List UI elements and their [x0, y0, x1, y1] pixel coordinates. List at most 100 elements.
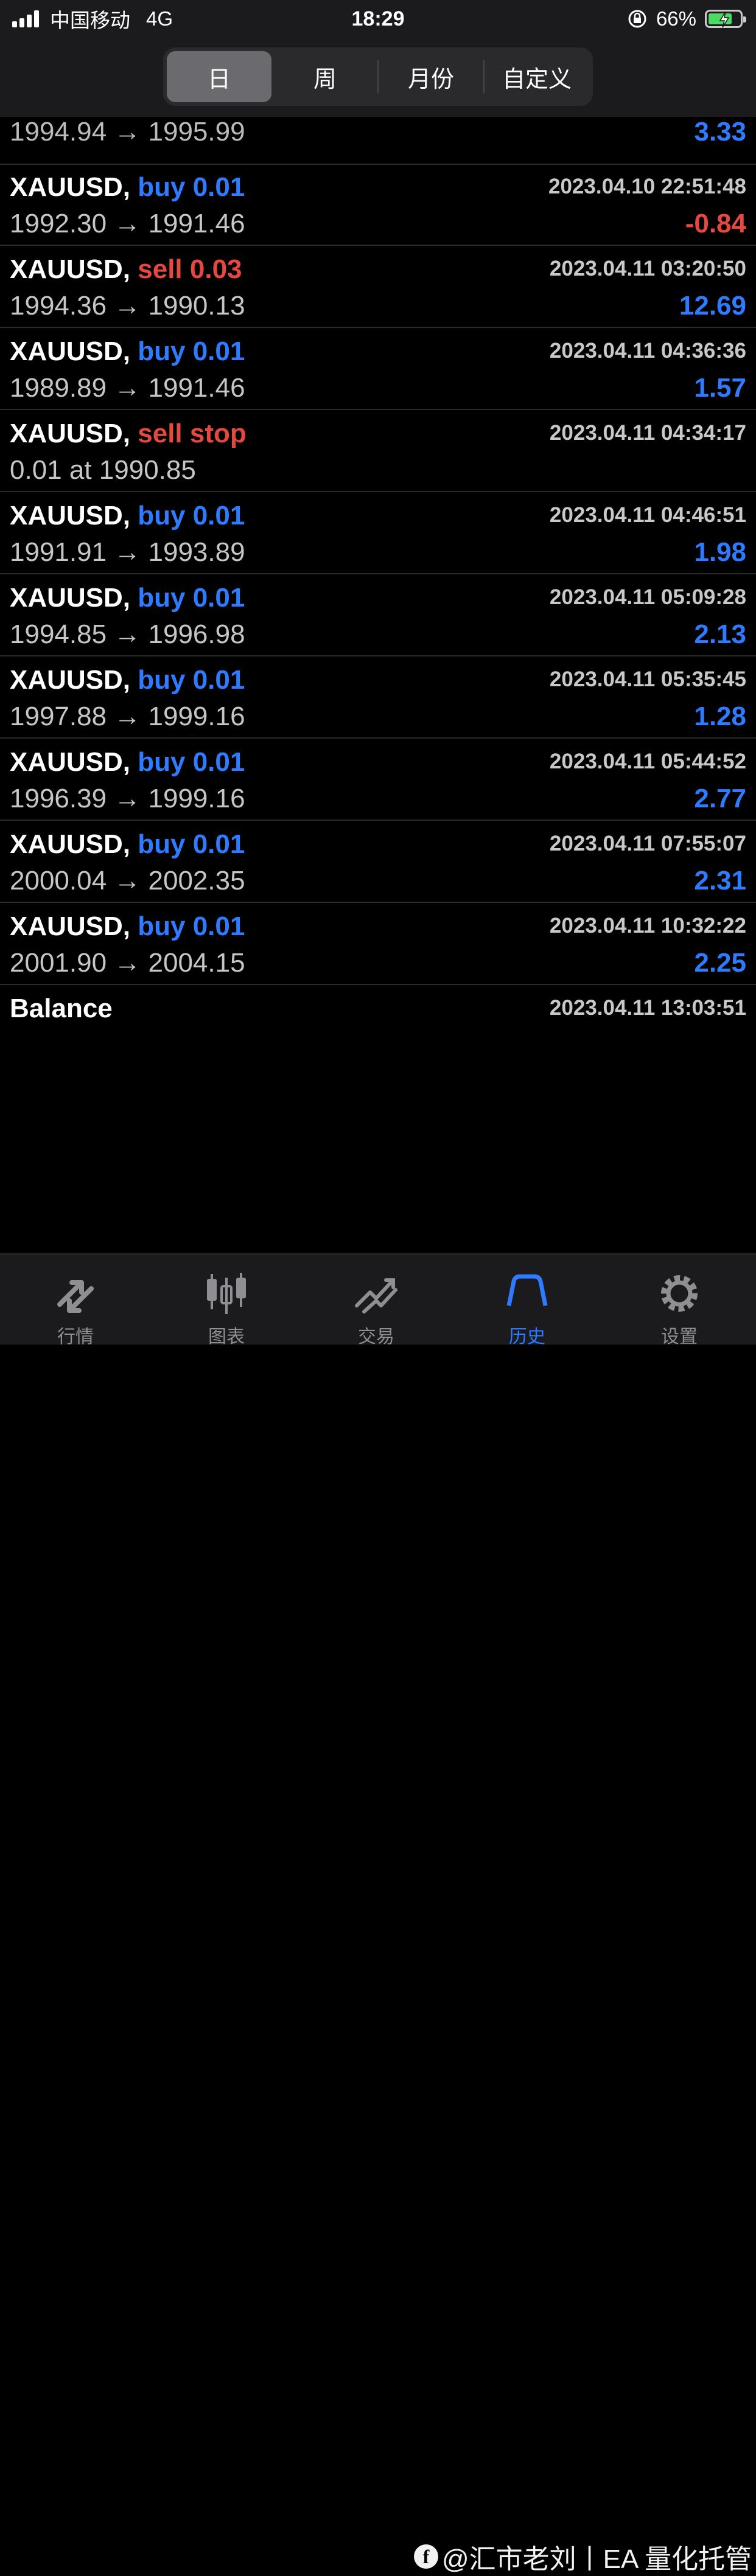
- trade-profit: 1.98: [694, 537, 746, 567]
- trade-datetime: 2023.04.11 05:35:45: [549, 667, 746, 691]
- list-item[interactable]: XAUUSD, sell stop 2023.04.11 04:34:17 0.01…: [0, 410, 756, 492]
- symbol-text: XAUUSD,: [10, 419, 131, 448]
- list-item[interactable]: Balance 2023.04.11 13:03:51 MISC Compensa…: [0, 985, 756, 1033]
- trade-prices: 1997.88 → 1999.16: [10, 701, 245, 731]
- quotes-arrows-icon: [57, 1280, 94, 1313]
- trade-symbol: XAUUSD, buy 0.01: [10, 583, 245, 613]
- symbol-text: XAUUSD,: [10, 501, 131, 531]
- period-header: 日 周 月份 自定义: [0, 38, 756, 117]
- watermark: f @汇市老刘丨EA 量化托管: [414, 2537, 752, 2576]
- trade-profit: -0.84: [685, 209, 746, 238]
- trade-profit: 2.25: [694, 948, 746, 978]
- trade-profit: 2.77: [694, 784, 746, 813]
- list-item[interactable]: XAUUSD, buy 0.01 2023.04.11 05:44:52 1996.…: [0, 739, 756, 821]
- trade-prices: 2000.04 → 2002.35: [10, 866, 245, 896]
- tab-settings[interactable]: 设置: [625, 1255, 734, 1347]
- list-item[interactable]: XAUUSD, buy 0.01 2023.04.11 04:46:51 1991.…: [0, 492, 756, 574]
- list-item[interactable]: XAUUSD, sell 0.03 2023.04.11 03:20:50 1994…: [0, 246, 756, 328]
- trade-type: buy 0.01: [138, 829, 245, 859]
- trade-symbol: XAUUSD, buy 0.01: [10, 911, 245, 942]
- trade-datetime: 2023.04.11 03:20:50: [549, 257, 746, 280]
- trade-profit: 2.13: [694, 619, 746, 649]
- trade-type: sell 0.03: [138, 254, 242, 284]
- trade-prices: MISC Compensation: [10, 1030, 257, 1033]
- trade-type: buy 0.01: [138, 336, 245, 366]
- trade-type: buy 0.01: [138, 583, 245, 613]
- tab-history[interactable]: 历史: [472, 1255, 582, 1347]
- watermark-text: @汇市老刘丨EA 量化托管: [442, 2544, 752, 2574]
- trade-datetime: 2023.04.11 07:55:07: [549, 832, 746, 855]
- trade-datetime: 2023.04.11 10:32:22: [549, 914, 746, 938]
- trade-type: buy 0.01: [138, 911, 245, 941]
- period-segmented-control: 日 周 月份 自定义: [163, 47, 593, 106]
- tab-label: 行情: [57, 1327, 94, 1347]
- list-item[interactable]: XAUUSD, buy 0.01 2023.04.11 05:35:45 1997.…: [0, 656, 756, 739]
- trade-profit: 1.57: [694, 373, 746, 403]
- tab-label: 交易: [358, 1327, 394, 1347]
- list-item[interactable]: XAUUSD, buy 0.01 2023.04.11 07:55:07 2000.…: [0, 821, 756, 903]
- symbol-text: XAUUSD,: [10, 747, 131, 777]
- trade-type: buy 0.01: [138, 501, 245, 531]
- trade-symbol: XAUUSD, buy 0.01: [10, 336, 245, 367]
- list-item[interactable]: XAUUSD, buy 0.01 2023.04.10 22:51:48 1992.…: [0, 164, 756, 246]
- trade-prices: 1989.89 → 1991.46: [10, 373, 245, 403]
- symbol-text: XAUUSD,: [10, 911, 131, 941]
- trade-prices: 1992.30 → 1991.46: [10, 209, 245, 238]
- tab-trade[interactable]: 交易: [321, 1255, 431, 1347]
- segment-week[interactable]: 周: [273, 51, 377, 102]
- trade-profit: 648.39: [664, 1030, 746, 1033]
- trade-prices: 1994.36 → 1990.13: [10, 291, 245, 321]
- trade-datetime: 2023.04.10 22:51:48: [548, 175, 746, 198]
- segment-month[interactable]: 月份: [379, 51, 483, 102]
- trade-datetime: 2023.04.11 04:36:36: [549, 339, 746, 363]
- trade-chart-icon: [355, 1278, 397, 1314]
- segment-custom[interactable]: 自定义: [485, 51, 589, 102]
- tab-quotes[interactable]: 行情: [21, 1255, 130, 1347]
- trade-type: buy 0.01: [138, 747, 245, 777]
- trade-type: buy 0.01: [138, 665, 245, 695]
- symbol-text: XAUUSD,: [10, 254, 131, 284]
- trade-symbol: XAUUSD, buy 0.01: [10, 747, 245, 778]
- trade-prices: 0.01 at 1990.85: [10, 455, 196, 485]
- trade-prices: 1996.39 → 1999.16: [10, 784, 245, 813]
- trade-datetime: 2023.04.11 13:03:51: [549, 996, 746, 1020]
- list-item[interactable]: XAUUSD, buy 0.01 2023.04.11 10:32:22 2001.…: [0, 903, 756, 985]
- trade-symbol: XAUUSD, buy 0.01: [10, 501, 245, 531]
- social-logo-icon: f: [414, 2544, 438, 2569]
- trade-datetime: 2023.04.11 04:34:17: [549, 421, 746, 445]
- trade-profit: 2.31: [694, 866, 746, 896]
- candlestick-chart-icon: [207, 1273, 246, 1314]
- trade-symbol: XAUUSD, sell stop: [10, 419, 247, 449]
- history-icon: [506, 1274, 548, 1306]
- symbol-text: XAUUSD,: [10, 172, 131, 202]
- battery-percentage: 66%: [656, 7, 696, 30]
- trade-prices: 1994.85 → 1996.98: [10, 619, 245, 649]
- trade-datetime: 2023.04.11 05:44:52: [549, 750, 746, 773]
- history-list[interactable]: 1994.94 → 1995.99 3.33 XAUUSD, buy 0.01 2…: [0, 117, 756, 1033]
- tab-chart[interactable]: 图表: [172, 1255, 281, 1347]
- trade-symbol: XAUUSD, buy 0.01: [10, 172, 245, 203]
- symbol-text: XAUUSD,: [10, 829, 131, 859]
- trade-prices: 2001.90 → 2004.15: [10, 948, 245, 978]
- trade-symbol: Balance: [10, 994, 113, 1024]
- trade-profit: 1.28: [694, 701, 746, 731]
- bottom-tab-bar: 行情 图表 交易 历史 设置 f @汇市老刘丨EA 量化托管: [0, 1253, 756, 2574]
- segment-day[interactable]: 日: [167, 51, 271, 102]
- rotation-lock-icon: [628, 10, 646, 28]
- symbol-text: Balance: [10, 994, 113, 1023]
- trade-symbol: XAUUSD, buy 0.01: [10, 665, 245, 695]
- trade-prices: 1994.94 → 1995.99: [10, 117, 245, 147]
- list-item-partial[interactable]: 1994.94 → 1995.99 3.33: [0, 117, 756, 165]
- status-bar: 中国移动 4G 18:29 66%: [0, 0, 756, 38]
- trade-prices: 1991.91 → 1993.89: [10, 537, 245, 567]
- tab-label: 历史: [509, 1327, 545, 1347]
- tab-label: 设置: [661, 1327, 698, 1347]
- list-item[interactable]: XAUUSD, buy 0.01 2023.04.11 05:09:28 1994.…: [0, 574, 756, 656]
- gear-icon: [661, 1275, 698, 1312]
- list-item[interactable]: XAUUSD, buy 0.01 2023.04.11 04:36:36 1989.…: [0, 328, 756, 410]
- tab-label: 图表: [208, 1327, 245, 1347]
- trade-datetime: 2023.04.11 05:09:28: [549, 585, 746, 609]
- trade-type: sell stop: [138, 419, 247, 448]
- trade-profit: 12.69: [679, 291, 746, 321]
- symbol-text: XAUUSD,: [10, 665, 131, 695]
